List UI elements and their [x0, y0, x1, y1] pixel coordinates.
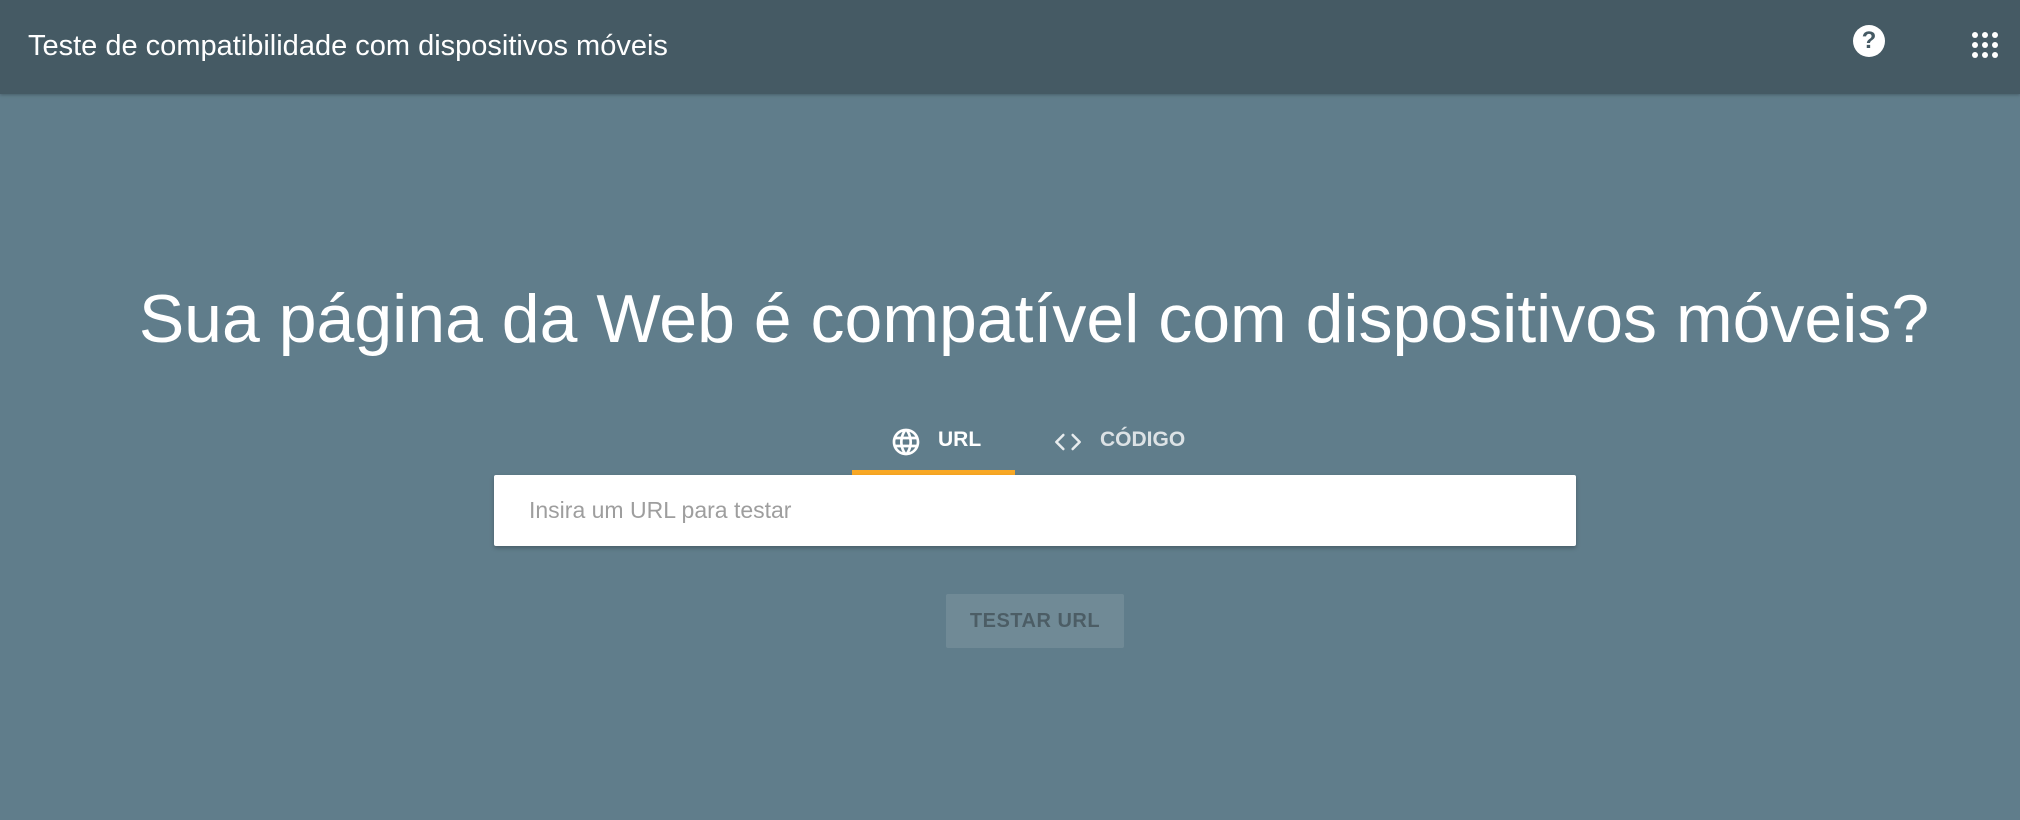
apps-dot	[1982, 52, 1988, 58]
apps-dot	[1992, 42, 1998, 48]
help-icon[interactable]: ?	[1853, 25, 1885, 57]
apps-dot	[1972, 42, 1978, 48]
tab-url[interactable]: URL	[852, 418, 1015, 476]
apps-dot	[1992, 52, 1998, 58]
apps-dot	[1972, 52, 1978, 58]
code-icon	[1052, 428, 1084, 456]
test-url-button[interactable]: TESTAR URL	[946, 594, 1124, 648]
apps-dot	[1972, 32, 1978, 38]
globe-icon	[890, 426, 922, 458]
apps-dot	[1982, 32, 1988, 38]
tab-code-label: CÓDIGO	[1100, 428, 1186, 451]
apps-grid-icon[interactable]	[1972, 32, 1998, 58]
apps-dot	[1982, 42, 1988, 48]
app-title: Teste de compatibilidade com dispositivo…	[28, 30, 668, 62]
apps-dot	[1992, 32, 1998, 38]
app-header: Teste de compatibilidade com dispositivo…	[0, 0, 2020, 94]
tab-url-label: URL	[938, 428, 982, 451]
page-headline: Sua página da Web é compatível com dispo…	[138, 281, 1930, 357]
tab-code[interactable]: CÓDIGO	[1052, 418, 1212, 476]
url-input[interactable]	[494, 475, 1576, 546]
